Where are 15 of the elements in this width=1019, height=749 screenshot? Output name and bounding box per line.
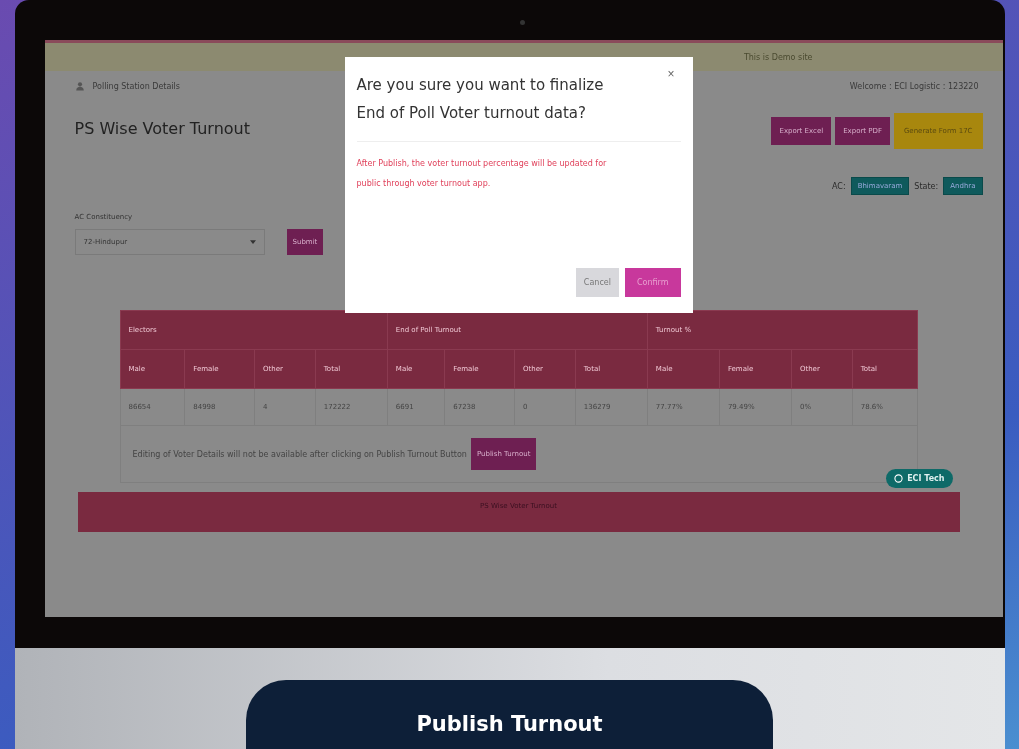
- caret-icon: [249, 240, 256, 244]
- close-button[interactable]: ×: [661, 67, 681, 81]
- caption-button[interactable]: Publish Turnout: [246, 680, 773, 749]
- note-text: Editing of Voter Details will not be available after clicking on Publish Turnout Button: [132, 449, 467, 459]
- dialog-button[interactable]: Cancel: [575, 268, 619, 297]
- welcome-text: Welcome : ECI Logistic : 123220: [849, 81, 979, 91]
- dialog-title: Are you sure you want to finalize End of Poll Voter turnout data?: [356, 75, 605, 124]
- page-title: PS Wise Voter Turnout: [74, 119, 250, 140]
- badge-label: AC:: [832, 181, 846, 191]
- user-icon: [74, 81, 85, 91]
- badge-label: State:: [914, 181, 939, 191]
- help-chip[interactable]: ECI Tech: [886, 469, 953, 488]
- dialog-message: After Publish, the voter turnout percentage will be updated for public through voter turnout app.: [356, 158, 607, 190]
- breadcrumb-text: Polling Station Details: [92, 81, 180, 91]
- camera-icon: [519, 20, 525, 25]
